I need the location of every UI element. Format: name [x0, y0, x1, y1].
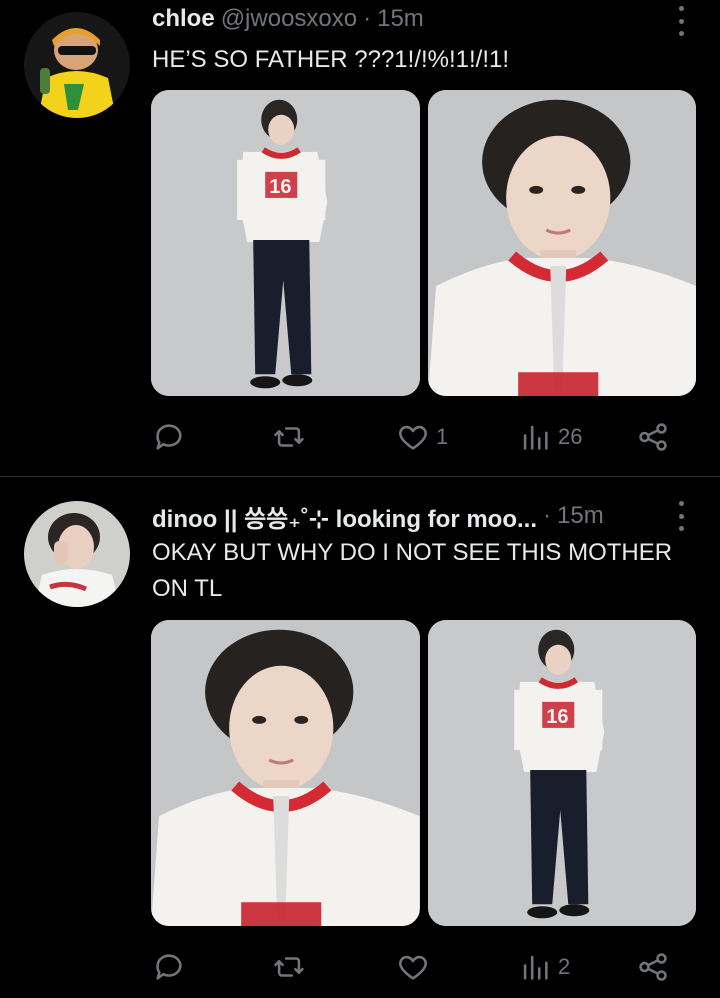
media-photo-2[interactable] — [427, 620, 696, 926]
tweet[interactable]: chloe @jwoosxoxo · 15m HE’S SO FATHER ??… — [0, 0, 720, 476]
reply-icon — [156, 954, 182, 980]
share-icon — [639, 953, 667, 981]
reply-button[interactable] — [152, 417, 192, 457]
share-icon — [639, 423, 667, 451]
tweet-header: chloe @jwoosxoxo · 15m — [152, 2, 660, 36]
username[interactable]: @jwoosxoxo — [221, 5, 357, 33]
media-grid — [151, 90, 696, 396]
retweet-icon — [274, 957, 304, 977]
tweet-text: HE’S SO FATHER ???1!/!%!1!/!1! — [152, 46, 510, 73]
action-bar: 1 26 — [152, 417, 672, 457]
like-count: 1 — [436, 424, 449, 449]
reply-icon — [156, 424, 182, 450]
views-icon — [523, 425, 548, 450]
reply-button[interactable] — [152, 947, 192, 987]
media-grid — [151, 620, 696, 926]
share-button[interactable] — [636, 947, 670, 987]
timestamp[interactable]: 15m — [377, 5, 424, 33]
tweet-text: OKAY BUT WHY DO I NOT SEE THIS MOTHER ON… — [152, 539, 673, 602]
tweet[interactable]: dinoo || 씅씅₊˚⊹ looking for moo... · 15m … — [0, 477, 720, 998]
avatar[interactable] — [24, 12, 130, 118]
more-icon[interactable] — [676, 501, 686, 531]
like-icon — [399, 425, 427, 450]
tweet-header: dinoo || 씅씅₊˚⊹ looking for moo... · 15m — [152, 499, 660, 533]
avatar[interactable] — [24, 501, 130, 607]
like-button[interactable]: 1 — [396, 417, 448, 457]
views-button[interactable]: 26 — [518, 417, 582, 457]
share-button[interactable] — [636, 417, 670, 457]
display-name[interactable]: chloe — [152, 5, 215, 33]
media-photo-2[interactable] — [427, 90, 696, 396]
media-photo-1[interactable] — [151, 620, 420, 926]
separator: · — [363, 5, 372, 32]
retweet-button[interactable] — [272, 947, 312, 987]
display-name[interactable]: dinoo || 씅씅₊˚⊹ looking for moo... — [152, 499, 537, 533]
views-button[interactable]: 2 — [518, 947, 570, 987]
more-icon[interactable] — [676, 6, 686, 36]
views-count: 2 — [558, 954, 571, 979]
separator: · — [543, 502, 551, 529]
media-photo-1[interactable] — [151, 90, 420, 396]
retweet-button[interactable] — [272, 417, 312, 457]
views-count: 26 — [558, 424, 583, 449]
retweet-icon — [274, 427, 304, 447]
avatar-image — [24, 12, 130, 118]
action-bar: 2 — [152, 947, 672, 987]
avatar-image — [24, 501, 130, 607]
timestamp[interactable]: 15m — [557, 502, 604, 530]
like-button[interactable] — [396, 947, 436, 987]
views-icon — [523, 955, 548, 980]
like-icon — [399, 955, 427, 980]
